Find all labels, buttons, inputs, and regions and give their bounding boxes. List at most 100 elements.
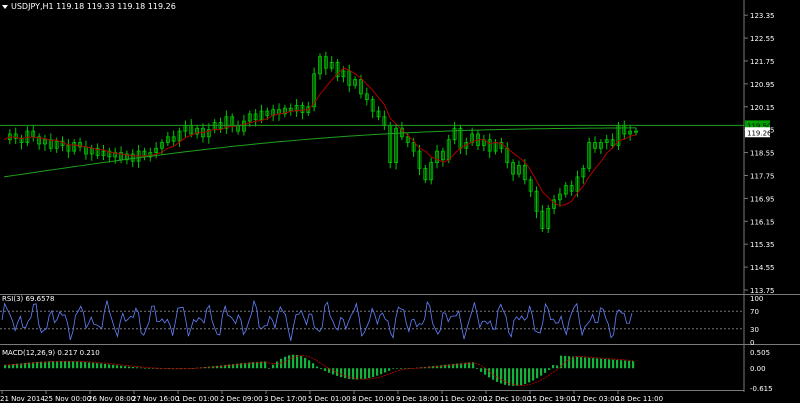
price-tick-label: 121.75 bbox=[750, 58, 775, 66]
macd-bar bbox=[120, 365, 123, 369]
macd-bar bbox=[500, 368, 503, 384]
macd-bar bbox=[308, 360, 311, 369]
macd-title: MACD(12,26,9) 0.217 0.210 bbox=[2, 349, 100, 357]
time-tick-label: 5 Dec 01:00 bbox=[308, 395, 351, 403]
macd-tick-label: 0.00 bbox=[750, 365, 766, 373]
time-tick-label: 3 Dec 17:00 bbox=[264, 395, 307, 403]
chart-canvas[interactable]: 123.35122.55121.75120.95120.15119.35118.… bbox=[0, 0, 800, 403]
macd-bar bbox=[344, 368, 347, 379]
macd-bar bbox=[288, 355, 291, 369]
macd-bar bbox=[48, 361, 51, 369]
macd-bar bbox=[544, 368, 547, 373]
price-tick-label: 120.15 bbox=[750, 104, 775, 112]
macd-bar bbox=[372, 368, 375, 377]
time-tick-label: 9 Dec 18:00 bbox=[396, 395, 439, 403]
macd-bar bbox=[484, 368, 487, 375]
dropdown-arrow-icon[interactable] bbox=[2, 4, 8, 9]
macd-bar bbox=[84, 362, 87, 369]
macd-bar bbox=[132, 366, 135, 369]
macd-bar bbox=[304, 357, 307, 369]
macd-bar bbox=[136, 367, 139, 369]
macd-bar bbox=[40, 361, 43, 369]
macd-bar bbox=[388, 368, 391, 371]
macd-bar bbox=[356, 368, 359, 380]
macd-bar bbox=[608, 359, 611, 369]
time-tick-label: 11 Dec 02:00 bbox=[440, 395, 487, 403]
macd-bar bbox=[476, 368, 479, 369]
macd-bar bbox=[592, 358, 595, 369]
macd-bar bbox=[268, 368, 271, 369]
macd-bar bbox=[384, 368, 387, 373]
time-tick-label: 21 Nov 2014 bbox=[0, 395, 45, 403]
macd-bar bbox=[112, 364, 115, 369]
macd-bar bbox=[72, 361, 75, 369]
rsi-tick-label: 0 bbox=[750, 339, 754, 347]
price-tick-label: 114.55 bbox=[750, 264, 775, 272]
time-tick-label: 15 Dec 19:00 bbox=[528, 395, 575, 403]
macd-bar bbox=[400, 368, 403, 369]
macd-bar bbox=[580, 357, 583, 369]
macd-bar bbox=[616, 359, 619, 369]
time-tick-label: 8 Dec 10:00 bbox=[352, 395, 395, 403]
macd-bar bbox=[576, 356, 579, 369]
price-tick-label: 117.75 bbox=[750, 172, 775, 180]
macd-bar bbox=[588, 357, 591, 369]
rsi-tick-label: 30 bbox=[750, 326, 759, 334]
macd-bar bbox=[360, 368, 363, 380]
macd-bar bbox=[144, 367, 147, 369]
rsi-title: RSI(3) 69.6578 bbox=[2, 295, 54, 303]
macd-bar bbox=[368, 368, 371, 379]
macd-bar bbox=[632, 361, 635, 369]
macd-bar bbox=[624, 360, 627, 369]
chart-title: USDJPY,H1 119.18 119.33 119.18 119.26 bbox=[11, 2, 176, 11]
macd-bar bbox=[300, 356, 303, 369]
macd-bar bbox=[128, 366, 131, 369]
time-tick-label: 2 Dec 09:00 bbox=[220, 395, 263, 403]
macd-bar bbox=[392, 368, 395, 369]
macd-bar bbox=[108, 364, 111, 369]
macd-bar bbox=[492, 368, 495, 380]
macd-bar bbox=[600, 358, 603, 369]
macd-bar bbox=[336, 368, 339, 376]
macd-bar bbox=[480, 368, 483, 372]
macd-bar bbox=[60, 361, 63, 369]
macd-bar bbox=[332, 368, 335, 375]
macd-bar bbox=[380, 368, 383, 375]
macd-bar bbox=[340, 368, 343, 378]
macd-bar bbox=[76, 361, 79, 369]
macd-bar bbox=[512, 368, 515, 386]
price-tick-label: 115.35 bbox=[750, 241, 775, 249]
macd-tick-label: 0.505 bbox=[750, 349, 770, 357]
macd-bar bbox=[316, 366, 319, 369]
rsi-tick-label: 70 bbox=[750, 308, 759, 316]
macd-bar bbox=[148, 368, 151, 369]
time-tick-label: 27 Nov 16:00 bbox=[132, 395, 179, 403]
macd-bar bbox=[396, 368, 399, 369]
macd-bar bbox=[556, 365, 559, 369]
price-tick-label: 116.95 bbox=[750, 195, 775, 203]
macd-tick-label: -0.615 bbox=[750, 385, 773, 393]
price-tick-label: 118.55 bbox=[750, 150, 775, 158]
macd-bar bbox=[548, 368, 551, 370]
macd-bar bbox=[504, 368, 507, 385]
price-tick-label: 116.15 bbox=[750, 218, 775, 226]
macd-bar bbox=[320, 368, 323, 370]
macd-bar bbox=[520, 368, 523, 386]
macd-bar bbox=[612, 359, 615, 369]
macd-bar bbox=[296, 354, 299, 369]
macd-bar bbox=[68, 361, 71, 369]
price-tick-label: 113.75 bbox=[750, 287, 775, 295]
macd-bar bbox=[488, 368, 491, 378]
macd-bar bbox=[44, 361, 47, 369]
price-tick-label: 120.95 bbox=[750, 81, 775, 89]
time-tick-label: 1 Dec 01:00 bbox=[176, 395, 219, 403]
symbol-header[interactable]: USDJPY,H1 119.18 119.33 119.18 119.26 bbox=[2, 2, 176, 12]
macd-bar bbox=[552, 365, 555, 369]
macd-bar bbox=[528, 368, 531, 383]
rsi-tick-label: 100 bbox=[750, 295, 763, 303]
macd-bar bbox=[516, 368, 519, 386]
price-tick-label: 122.55 bbox=[750, 35, 775, 43]
macd-bar bbox=[100, 363, 103, 369]
macd-bar bbox=[116, 365, 119, 369]
macd-bar bbox=[96, 363, 99, 369]
